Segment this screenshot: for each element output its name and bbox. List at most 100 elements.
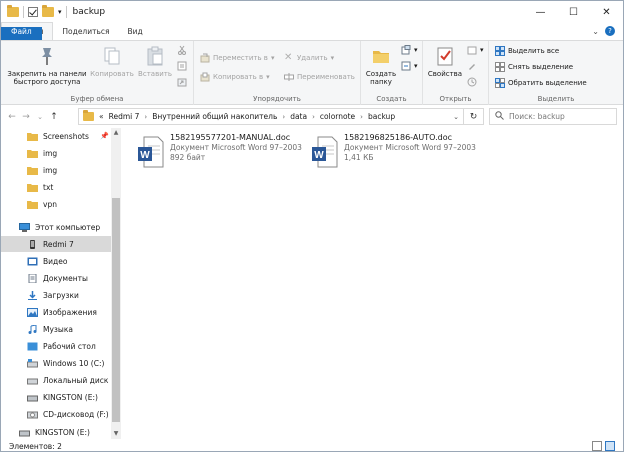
- recent-locations-icon[interactable]: ⌄: [33, 113, 47, 121]
- nav-item-downloads[interactable]: Загрузки: [1, 287, 111, 303]
- scroll-down-icon[interactable]: ▼: [111, 429, 121, 439]
- copy-button[interactable]: Копировать: [89, 45, 135, 78]
- nav-pane-scrollbar[interactable]: ▲ ▼: [111, 128, 121, 439]
- cut-button[interactable]: [177, 45, 187, 55]
- usb-drive-icon: [19, 428, 30, 437]
- item-count: Элементов: 2: [9, 441, 62, 451]
- invert-selection-button[interactable]: Обратить выделение: [495, 78, 587, 88]
- maximize-button[interactable]: ☐: [557, 1, 590, 23]
- easy-access-button[interactable]: ▾: [401, 61, 418, 71]
- nav-item-img-2[interactable]: img: [1, 162, 111, 178]
- scroll-thumb[interactable]: [112, 198, 120, 422]
- back-arrow-icon[interactable]: ←: [5, 112, 19, 122]
- paste-shortcut-button[interactable]: [177, 77, 187, 87]
- nav-item-drive-c[interactable]: Windows 10 (C:): [1, 355, 111, 371]
- invert-selection-label: Обратить выделение: [508, 79, 587, 87]
- new-item-button[interactable]: ▾: [401, 45, 418, 55]
- open-group-label: Открыть: [439, 95, 472, 103]
- pictures-icon: [27, 307, 38, 317]
- copy-to-button[interactable]: Копировать в ▾: [200, 72, 270, 82]
- breadcrumb-backup[interactable]: backup: [368, 112, 395, 121]
- file-item[interactable]: W 1582195577201-MANUAL.doc Документ Micr…: [138, 133, 302, 173]
- chevron-down-icon[interactable]: ⌄: [592, 27, 599, 36]
- chevron-down-icon[interactable]: ▾: [58, 8, 62, 16]
- breadcrumb-separator[interactable]: ›: [282, 113, 285, 121]
- folder-icon: [27, 200, 38, 209]
- nav-item-desktop[interactable]: Рабочий стол: [1, 338, 111, 354]
- chevron-down-icon[interactable]: ⌄: [453, 113, 459, 121]
- nav-item-screenshots[interactable]: Screenshots 📌: [1, 128, 111, 144]
- nav-item-label: Windows 10 (C:): [43, 358, 105, 368]
- delete-button[interactable]: ✕ Удалить ▾: [284, 53, 334, 63]
- new-folder-button[interactable]: Создать папку: [363, 45, 399, 86]
- rename-button[interactable]: Переименовать: [284, 72, 355, 82]
- nav-item-label: vpn: [43, 199, 57, 209]
- new-folder-quick-icon[interactable]: [42, 5, 54, 17]
- properties-quick-icon[interactable]: [28, 7, 38, 17]
- open-button[interactable]: ▾: [467, 45, 484, 55]
- breadcrumb-data[interactable]: data: [290, 112, 307, 121]
- select-all-button[interactable]: Выделить все: [495, 46, 559, 56]
- chevron-down-icon: ▾: [266, 73, 270, 81]
- pin-icon[interactable]: 📌: [100, 132, 109, 140]
- tab-view[interactable]: Вид: [119, 22, 152, 40]
- ribbon-options: ⌄ ?: [592, 22, 623, 40]
- file-type: Документ Microsoft Word 97–2003: [344, 143, 476, 152]
- edit-button[interactable]: [467, 61, 477, 71]
- tab-share[interactable]: Поделиться: [53, 22, 118, 40]
- nav-item-documents[interactable]: Документы: [1, 270, 111, 286]
- chevron-down-icon: ▾: [330, 54, 335, 62]
- help-icon[interactable]: ?: [605, 26, 615, 36]
- cd-drive-icon: [27, 410, 38, 419]
- breadcrumb-separator[interactable]: ›: [360, 113, 363, 121]
- tiles-view-icon[interactable]: [605, 441, 615, 451]
- forward-arrow-icon[interactable]: →: [19, 112, 33, 122]
- new-folder-icon: [370, 45, 392, 67]
- nav-item-kingston-e-root[interactable]: KINGSTON (E:): [1, 424, 111, 439]
- up-arrow-icon[interactable]: ↑: [47, 112, 61, 122]
- file-details: 1582195577201-MANUAL.doc Документ Micros…: [170, 133, 302, 163]
- organize-group: Переместить в ▾ Копировать в ▾ ✕ Удалить…: [194, 41, 361, 105]
- select-none-button[interactable]: Снять выделение: [495, 62, 573, 72]
- breadcrumb-internal-storage[interactable]: Внутренний общий накопитель: [152, 112, 277, 121]
- address-overflow[interactable]: «: [99, 112, 104, 121]
- close-button[interactable]: ✕: [590, 1, 623, 23]
- properties-icon: [434, 45, 456, 67]
- breadcrumb-colornote[interactable]: colornote: [320, 112, 355, 121]
- properties-button[interactable]: Свойства: [425, 45, 465, 78]
- nav-item-this-pc[interactable]: Этот компьютер: [1, 219, 111, 235]
- search-box[interactable]: Поиск: backup: [489, 108, 617, 125]
- minimize-button[interactable]: —: [524, 1, 557, 23]
- nav-item-cd-drive-f[interactable]: CD-дисковод (F:): [1, 406, 111, 422]
- search-icon: [495, 111, 504, 122]
- breadcrumb-separator[interactable]: ›: [312, 113, 315, 121]
- word-document-icon: W: [312, 136, 338, 168]
- folder-icon: [27, 132, 38, 141]
- nav-item-label: Документы: [43, 273, 88, 283]
- explorer-window: ▾ backup — ☐ ✕ Файл Главная Поделиться В…: [0, 0, 624, 452]
- nav-item-drive-d[interactable]: Локальный диск (D:): [1, 372, 111, 388]
- nav-item-vpn[interactable]: vpn: [1, 196, 111, 212]
- copy-path-button[interactable]: [177, 61, 187, 71]
- address-bar[interactable]: « Redmi 7 › Внутренний общий накопитель …: [78, 108, 464, 125]
- nav-item-pictures[interactable]: Изображения: [1, 304, 111, 320]
- scroll-up-icon[interactable]: ▲: [111, 128, 121, 138]
- nav-item-music[interactable]: Музыка: [1, 321, 111, 337]
- nav-item-txt[interactable]: txt: [1, 179, 111, 195]
- nav-item-label: Изображения: [43, 307, 97, 317]
- nav-item-kingston-e[interactable]: KINGSTON (E:): [1, 389, 111, 405]
- breadcrumb-redmi[interactable]: Redmi 7: [109, 112, 140, 121]
- select-all-label: Выделить все: [508, 47, 560, 55]
- nav-item-img[interactable]: img: [1, 145, 111, 161]
- history-button[interactable]: [467, 77, 477, 87]
- paste-button[interactable]: Вставить: [135, 45, 175, 78]
- select-all-icon: [495, 46, 505, 56]
- refresh-button[interactable]: ↻: [464, 108, 484, 125]
- nav-item-redmi7[interactable]: Redmi 7: [1, 236, 111, 252]
- pin-quick-access-button[interactable]: Закрепить на панели быстрого доступа: [5, 45, 89, 86]
- breadcrumb-separator[interactable]: ›: [144, 113, 147, 121]
- move-to-button[interactable]: Переместить в ▾: [200, 53, 274, 63]
- details-view-icon[interactable]: [592, 441, 602, 451]
- file-item[interactable]: W 1582196825186-AUTO.doc Документ Micros…: [312, 133, 476, 173]
- nav-item-video[interactable]: Видео: [1, 253, 111, 269]
